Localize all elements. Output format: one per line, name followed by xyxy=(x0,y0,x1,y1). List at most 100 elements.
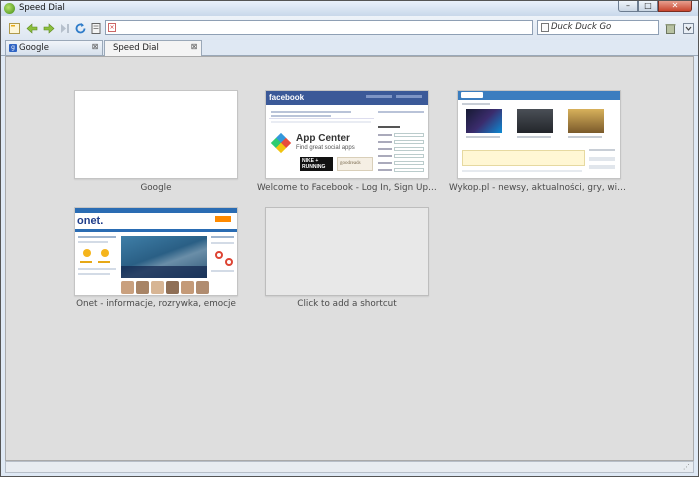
thumb-line xyxy=(271,115,331,117)
browser-logo-icon xyxy=(4,3,15,14)
search-input[interactable]: Duck Duck Go xyxy=(537,20,659,35)
tab-speed-dial[interactable]: Speed Dial ⊠ xyxy=(104,40,202,56)
facebook-thumbnail: facebook App Center Find great social ap… xyxy=(266,91,428,178)
close-button[interactable]: ✕ xyxy=(658,1,692,12)
url-field[interactable]: × xyxy=(105,20,533,35)
app-center-title: App Center xyxy=(296,133,350,144)
thumb-line xyxy=(78,241,108,243)
thumb-line xyxy=(568,136,602,138)
tab-close-icon[interactable]: ⊠ xyxy=(91,43,99,51)
nike-running-badge: NIKE + RUNNING xyxy=(300,157,333,171)
thumb-image xyxy=(151,281,164,294)
tab-google[interactable]: g Google ⊠ xyxy=(5,40,103,55)
trash-icon[interactable] xyxy=(663,21,677,35)
speed-dial-tile-wykop[interactable] xyxy=(457,90,621,179)
thumb-image xyxy=(517,109,553,133)
facebook-header: facebook xyxy=(266,91,428,105)
onet-photo-caption xyxy=(121,266,207,278)
wykop-notice-box xyxy=(462,150,585,166)
thumb-line xyxy=(211,236,234,238)
wykop-logo xyxy=(461,92,483,98)
thumb-line xyxy=(378,162,392,164)
thumb-field xyxy=(394,140,424,144)
menu-icon[interactable] xyxy=(681,21,695,35)
resize-grip-icon[interactable]: ⋰ xyxy=(683,463,691,471)
minimize-button[interactable]: – xyxy=(618,1,638,12)
thumb-image xyxy=(196,281,209,294)
thumb-line xyxy=(271,121,371,123)
thumb-image xyxy=(121,281,134,294)
speed-dial-caption: Onet - informacje, rozrywka, emocje xyxy=(76,299,236,309)
tab-bar: g Google ⊠ Speed Dial ⊠ xyxy=(1,40,698,56)
thumb-line xyxy=(462,103,490,105)
thumb-line xyxy=(589,165,615,169)
tab-close-icon[interactable]: ⊠ xyxy=(190,43,198,51)
thumb-line xyxy=(466,136,500,138)
thumb-image xyxy=(136,281,149,294)
thumb-line xyxy=(78,273,110,275)
speed-dial-tile-google[interactable] xyxy=(74,90,238,179)
thumb-image xyxy=(166,281,179,294)
thumb-line xyxy=(211,242,234,244)
onet-menu-bar xyxy=(75,229,237,232)
thumb-field xyxy=(394,133,424,137)
speed-dial-tile-onet[interactable]: onet. xyxy=(74,207,238,296)
speed-dial-caption: Google xyxy=(140,183,172,193)
thumb-line xyxy=(378,148,392,150)
thumb-line xyxy=(589,157,615,161)
thumb-field xyxy=(394,168,424,172)
speed-dial-tile-facebook[interactable]: facebook App Center Find great social ap… xyxy=(265,90,429,179)
facebook-logo: facebook xyxy=(269,93,305,102)
thumb-line xyxy=(211,270,234,272)
url-page-icon: × xyxy=(108,23,116,32)
stop-icon[interactable] xyxy=(57,21,71,35)
thumb-line xyxy=(78,236,116,238)
maximize-button[interactable]: □ xyxy=(638,1,658,12)
thumb-line xyxy=(378,134,392,136)
forward-icon[interactable] xyxy=(41,21,55,35)
thumb-field xyxy=(394,154,424,158)
thumb-block xyxy=(269,108,374,119)
speed-dial-page: Google facebook App Center Find great so… xyxy=(5,56,694,461)
thumb-ring-icon xyxy=(225,258,233,266)
thumb-image xyxy=(466,109,502,133)
signup-form xyxy=(378,124,424,176)
title-bar: Speed Dial – □ ✕ xyxy=(1,1,698,16)
thumb-image xyxy=(181,281,194,294)
thumb-ring-icon xyxy=(215,251,223,259)
thumb-line xyxy=(589,149,615,151)
speed-dial-caption: Wykop.pl - newsy, aktualności, gry, wiad… xyxy=(449,183,629,193)
status-bar: ⋰ xyxy=(5,461,694,473)
wykop-sidebar xyxy=(589,147,617,175)
add-shortcut-tile[interactable] xyxy=(265,207,429,296)
speed-dial-caption: Welcome to Facebook - Log In, Sign Up or… xyxy=(257,183,437,193)
back-icon[interactable] xyxy=(25,21,39,35)
thumb-line xyxy=(462,170,582,172)
app-center-subtitle: Find great social apps xyxy=(296,145,355,151)
thumb-line xyxy=(366,95,392,98)
add-shortcut-caption: Click to add a shortcut xyxy=(297,299,397,309)
onet-thumbnail: onet. xyxy=(75,208,237,295)
goodreads-badge: goodreads xyxy=(337,157,373,171)
search-engine-icon[interactable] xyxy=(541,23,549,32)
page-info-icon[interactable] xyxy=(89,21,103,35)
thumb-line xyxy=(378,126,400,128)
tab-label: Speed Dial xyxy=(113,43,159,53)
thumb-field xyxy=(394,161,424,165)
thumb-line xyxy=(78,268,116,270)
thumb-image xyxy=(568,109,604,133)
weather-sun-icon xyxy=(83,249,91,257)
wykop-thumbnail xyxy=(458,91,620,178)
thumb-line xyxy=(517,136,551,138)
google-favicon-icon: g xyxy=(9,44,17,52)
wykop-header xyxy=(458,91,620,100)
thumb-line xyxy=(378,141,392,143)
thumb-line xyxy=(378,111,424,113)
reload-icon[interactable] xyxy=(73,21,87,35)
window-controls: – □ ✕ xyxy=(618,1,692,12)
window-title: Speed Dial xyxy=(19,3,65,13)
new-page-icon[interactable] xyxy=(7,21,21,35)
search-placeholder: Duck Duck Go xyxy=(551,22,612,32)
thumb-line xyxy=(378,169,392,171)
thumb-line xyxy=(98,261,110,263)
